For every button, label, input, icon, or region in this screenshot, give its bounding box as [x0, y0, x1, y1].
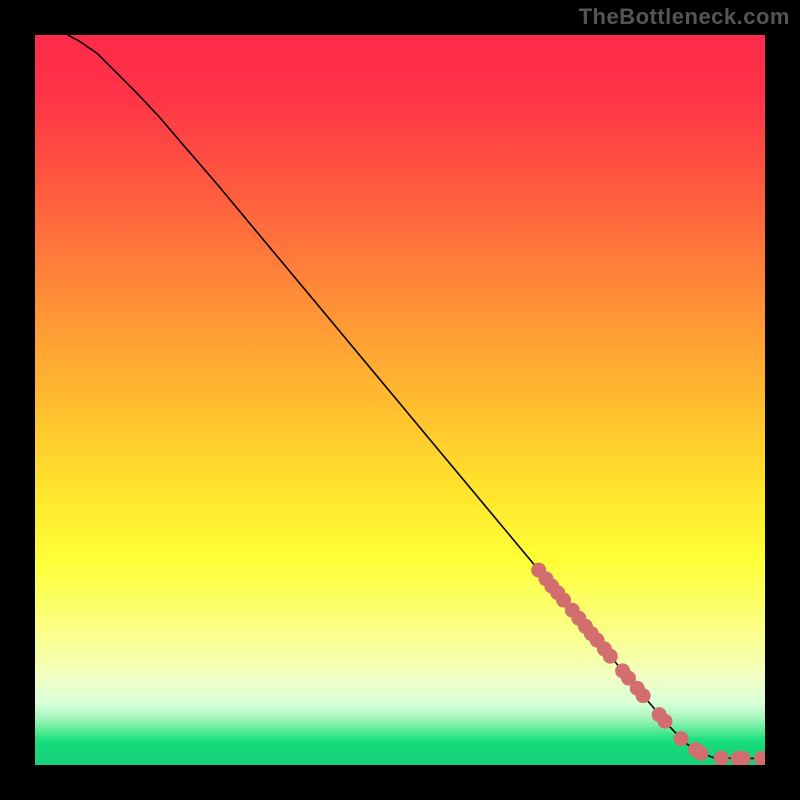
marker-point — [674, 731, 689, 746]
watermark-text: TheBottleneck.com — [579, 4, 790, 30]
marker-point — [693, 746, 708, 761]
plot-area — [35, 35, 765, 765]
marker-point — [603, 649, 618, 664]
chart-stage: TheBottleneck.com — [0, 0, 800, 800]
gradient-background — [35, 35, 765, 765]
chart-svg — [35, 35, 765, 765]
marker-point — [714, 751, 729, 765]
marker-point — [657, 714, 672, 729]
marker-point — [636, 688, 651, 703]
